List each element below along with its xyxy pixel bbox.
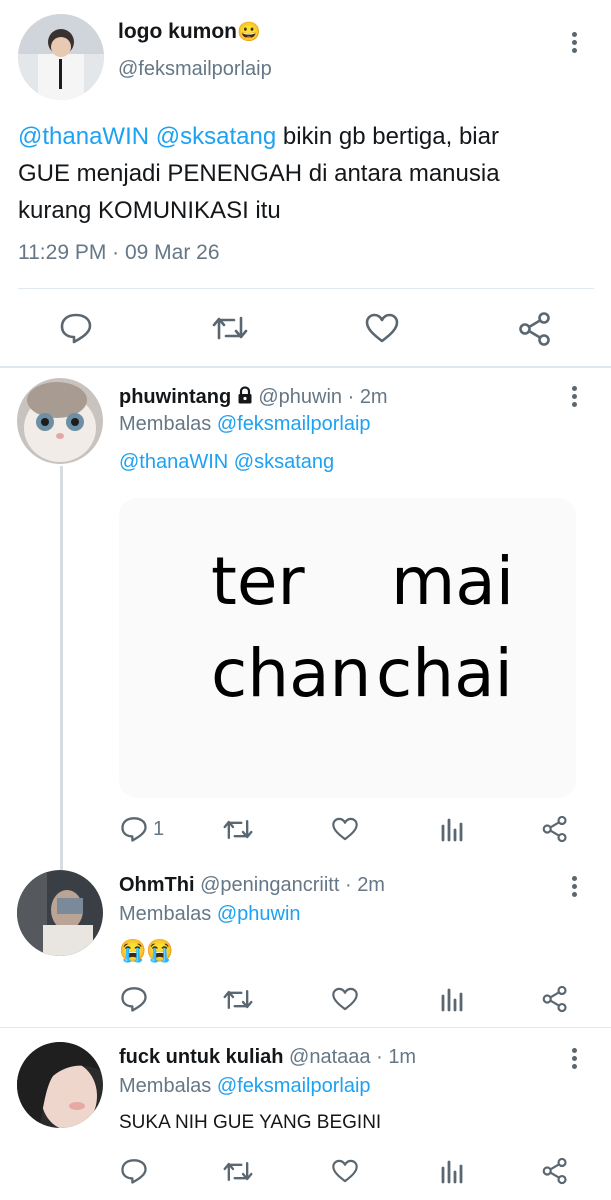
- replying-to-link[interactable]: @feksmailporlaip: [217, 1075, 371, 1097]
- more-options-icon[interactable]: [572, 386, 578, 410]
- reply3-header: fuck untuk kuliah @nataaa · 1m: [119, 1046, 417, 1068]
- reply2-avatar[interactable]: [17, 870, 103, 956]
- mention-link[interactable]: @thanaWIN: [119, 451, 228, 473]
- mention-link[interactable]: @sksatang: [234, 451, 334, 473]
- more-options-icon[interactable]: [572, 876, 578, 900]
- retweet-icon[interactable]: [223, 986, 253, 1013]
- reply3-display-name[interactable]: fuck untuk kuliah: [119, 1046, 283, 1068]
- reply3-handle[interactable]: @nataaa: [289, 1046, 370, 1068]
- analytics-icon[interactable]: [440, 986, 464, 1012]
- mention-link[interactable]: @sksatang: [156, 123, 276, 150]
- reply1-media-image[interactable]: ter mai chan chai: [119, 498, 576, 798]
- image-text-word: ter: [211, 543, 305, 620]
- like-icon[interactable]: [331, 1158, 359, 1184]
- reply1-display-name[interactable]: phuwintang: [119, 386, 231, 408]
- reply2-text: 😭😭: [119, 938, 174, 963]
- replying-to-link[interactable]: @phuwin: [217, 903, 301, 925]
- analytics-icon[interactable]: [440, 1158, 464, 1184]
- image-text-word: chai: [376, 635, 513, 712]
- reply-count: 1: [153, 818, 165, 840]
- reply-icon[interactable]: [59, 311, 93, 345]
- more-options-icon[interactable]: [572, 32, 578, 56]
- lock-icon: [238, 386, 252, 404]
- retweet-icon[interactable]: [223, 816, 253, 843]
- analytics-icon[interactable]: [440, 816, 464, 842]
- reply2-handle[interactable]: @peningancriitt: [200, 874, 339, 896]
- image-text-word: chan: [211, 635, 372, 712]
- reply1-time[interactable]: 2m: [360, 386, 388, 408]
- replying-to-link[interactable]: @feksmailporlaip: [217, 413, 371, 435]
- main-tweet-text: @thanaWIN @sksatang bikin gb bertiga, bi…: [18, 123, 500, 224]
- reply2-header: OhmThi @peningancriitt · 2m: [119, 874, 385, 896]
- reply3-avatar[interactable]: [17, 1042, 103, 1128]
- main-display-name[interactable]: logo kumon😀: [118, 20, 261, 44]
- like-icon[interactable]: [364, 312, 400, 344]
- reply3-text: SUKA NIH GUE YANG BEGINI: [119, 1112, 382, 1133]
- reply1-header: phuwintang @phuwin · 2m: [119, 386, 388, 408]
- mention-link[interactable]: @thanaWIN: [18, 123, 149, 150]
- image-text-word: mai: [391, 543, 515, 620]
- reply3-replying-to: Membalas @feksmailporlaip: [119, 1075, 371, 1097]
- reply2-replying-to: Membalas @phuwin: [119, 903, 301, 925]
- main-timestamp[interactable]: 11:29 PM · 09 Mar 26: [18, 241, 220, 265]
- avatar-photo: [18, 14, 104, 100]
- smile-emoji: 😀: [237, 22, 261, 43]
- reply-icon[interactable]: [120, 1157, 148, 1185]
- like-icon[interactable]: [331, 986, 359, 1012]
- avatar-photo: [17, 1042, 103, 1128]
- avatar-photo: [17, 870, 103, 956]
- retweet-icon[interactable]: [212, 312, 248, 344]
- share-icon[interactable]: [541, 814, 569, 844]
- share-icon[interactable]: [517, 311, 553, 347]
- like-icon[interactable]: [331, 816, 359, 842]
- main-avatar[interactable]: [18, 14, 104, 100]
- reply1-handle[interactable]: @phuwin: [258, 386, 342, 408]
- reply2-time[interactable]: 2m: [357, 874, 385, 896]
- share-icon[interactable]: [541, 1156, 569, 1186]
- main-handle[interactable]: @feksmailporlaip: [118, 58, 272, 81]
- reply-icon[interactable]: [120, 815, 148, 843]
- reply3-time[interactable]: 1m: [388, 1046, 416, 1068]
- cat-avatar-photo: [17, 378, 103, 464]
- reply1-replying-to: Membalas @feksmailporlaip: [119, 413, 371, 435]
- section-divider: [0, 1027, 611, 1028]
- thread-line: [60, 466, 63, 870]
- main-divider: [18, 288, 594, 289]
- reply1-avatar[interactable]: [17, 378, 103, 464]
- retweet-icon[interactable]: [223, 1158, 253, 1185]
- reply1-text: @thanaWIN @sksatang: [119, 451, 334, 474]
- section-divider: [0, 366, 611, 368]
- reply-icon[interactable]: [120, 985, 148, 1013]
- more-options-icon[interactable]: [572, 1048, 578, 1072]
- reply2-display-name[interactable]: OhmThi: [119, 874, 195, 896]
- share-icon[interactable]: [541, 984, 569, 1014]
